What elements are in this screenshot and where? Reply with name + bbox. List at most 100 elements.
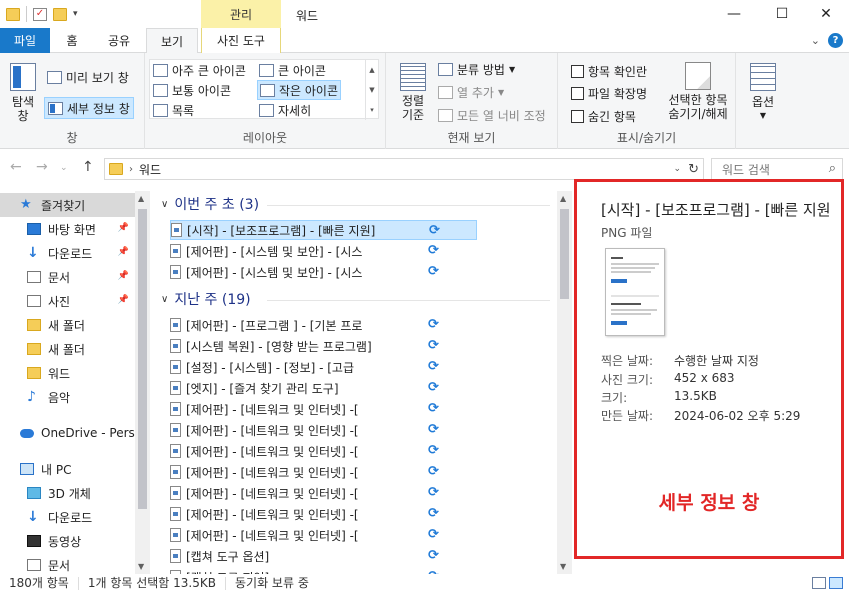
file-row[interactable]: [제어판] - [네트워크 및 인터넷] -[⟳ [170, 462, 477, 482]
recent-locations-icon[interactable]: ⌄ [60, 163, 68, 173]
file-row[interactable]: [제어판] - [네트워크 및 인터넷] -[⟳ [170, 525, 477, 545]
checkbox[interactable] [571, 65, 584, 78]
maximize-button[interactable]: ☐ [759, 0, 805, 28]
nav-item[interactable]: 사진 📌 [0, 289, 135, 313]
layout-medium-icons[interactable]: 보통 아이콘 [153, 82, 231, 99]
scroll-down-icon[interactable]: ▼ [560, 562, 566, 571]
file-list-scrollbar[interactable]: ▲ ▼ [557, 191, 572, 574]
file-row[interactable]: [캡쳐 도구 옵션] ⟳ [170, 546, 477, 566]
options-button[interactable]: 옵션 ▼ [746, 63, 780, 123]
nav-item[interactable]: ★ 즐겨찾기 [0, 193, 135, 217]
nav-item[interactable]: OneDrive - Personal [0, 421, 135, 445]
nav-item[interactable]: ↓ 다운로드 [0, 505, 135, 529]
chevron-up-icon[interactable]: ▲ [369, 66, 374, 74]
file-extensions-toggle[interactable]: 파일 확장명 [571, 85, 647, 102]
help-icon[interactable]: ? [828, 33, 843, 48]
file-row[interactable]: [캡쳐 도구 지연]⟳ [170, 567, 477, 574]
checkbox[interactable] [571, 110, 584, 123]
file-row[interactable]: [제어판] - [네트워크 및 인터넷] -[⟳ [170, 483, 477, 503]
customize-toolbar-icon[interactable]: ▾ [73, 9, 78, 19]
layout-details[interactable]: 자세히 [259, 102, 311, 119]
file-row[interactable]: [시작] - [보조프로그램] - [빠른 지원] ⟳ [170, 220, 477, 240]
fit-columns-button[interactable]: 모든 열 너비 조정 [438, 107, 546, 124]
group-header[interactable]: ∨ 지난 주 (19) [161, 289, 251, 309]
scroll-up-icon[interactable]: ▲ [138, 194, 144, 203]
expand-gallery-icon[interactable]: ▾ [370, 106, 374, 114]
chevron-down-icon[interactable]: ∨ [161, 294, 168, 305]
group-by-button[interactable]: 분류 방법 ▼ [438, 61, 515, 78]
tab-file[interactable]: 파일 [0, 28, 50, 53]
preview-pane-button[interactable]: 미리 보기 창 [44, 67, 132, 87]
layout-list[interactable]: 목록 [153, 102, 194, 119]
forward-arrow-icon[interactable]: → [36, 159, 48, 175]
file-row[interactable]: [제어판] - [시스템 및 보안] - [시스 ⟳ [170, 241, 477, 261]
file-row[interactable]: [제어판] - [네트워크 및 인터넷] -[⟳ [170, 504, 477, 524]
address-dropdown-icon[interactable]: ⌄ [673, 164, 681, 174]
file-row[interactable]: [제어판] - [프로그램 ] - [기본 프로 ⟳ [170, 315, 477, 335]
nav-item[interactable]: 새 폴더 [0, 313, 135, 337]
close-button[interactable]: ✕ [803, 0, 849, 28]
search-box[interactable]: 워드 검색 ⌕ [711, 158, 843, 180]
layout-extra-large-icons[interactable]: 아주 큰 아이콘 [153, 62, 246, 79]
new-folder-icon[interactable] [53, 7, 67, 21]
refresh-icon[interactable]: ↻ [688, 162, 699, 177]
layout-large-icons[interactable]: 큰 아이콘 [259, 62, 326, 79]
tab-home[interactable]: 홈 [55, 28, 89, 53]
scroll-down-icon[interactable]: ▼ [138, 562, 144, 571]
layout-gallery-scroller[interactable]: ▲ ▼ ▾ [365, 60, 378, 120]
details-view-toggle-icon[interactable] [812, 577, 826, 589]
tab-picture-tools[interactable]: 사진 도구 [201, 28, 281, 53]
checkbox[interactable] [571, 87, 584, 100]
context-tab-manage[interactable]: 관리 [201, 0, 281, 28]
breadcrumb-separator-icon[interactable]: › [129, 164, 133, 175]
file-row[interactable]: [제어판] - [네트워크 및 인터넷] -[⟳ [170, 441, 477, 461]
nav-item[interactable]: 워드 [0, 361, 135, 385]
sort-by-button[interactable]: 정렬 기준 [394, 63, 432, 122]
minimize-button[interactable]: — [711, 0, 757, 28]
nav-item[interactable]: 바탕 화면 📌 [0, 217, 135, 241]
tab-share[interactable]: 공유 [98, 28, 140, 53]
file-row[interactable]: [설정] - [시스템] - [정보] - [고급 ⟳ [170, 357, 477, 377]
layout-small-icons[interactable]: 작은 아이콘 [257, 80, 342, 100]
navigation-pane-scrollbar[interactable]: ▲ ▼ [135, 191, 150, 574]
file-row[interactable]: [제어판] - [시스템 및 보안] - [시스 ⟳ [170, 262, 477, 282]
window-title: 워드 [296, 9, 319, 23]
nav-item-label: 동영상 [48, 534, 82, 549]
chevron-down-icon[interactable]: ⌄ [811, 34, 820, 47]
scroll-up-icon[interactable]: ▲ [560, 194, 566, 203]
chevron-down-icon[interactable]: ∨ [161, 199, 168, 210]
file-row[interactable]: [엣지] - [즐겨 찾기 관리 도구] ⟳ [170, 378, 477, 398]
hide-selected-button[interactable]: 선택한 항목 숨기기/해제 [662, 62, 734, 121]
group-header[interactable]: ∨ 이번 주 초 (3) [161, 194, 259, 214]
up-arrow-icon[interactable]: ↑ [82, 159, 94, 175]
document-icon [27, 559, 41, 571]
details-value[interactable]: 수행한 날짜 지정 [674, 352, 759, 369]
nav-item[interactable]: 동영상 [0, 529, 135, 553]
nav-item[interactable]: ♪ 음악 [0, 385, 135, 409]
file-row[interactable]: [제어판] - [네트워크 및 인터넷] -[⟳ [170, 399, 477, 419]
large-icons-view-toggle-icon[interactable] [829, 577, 843, 589]
properties-check-icon[interactable]: ✓ [33, 7, 47, 21]
search-input[interactable]: 워드 검색 [722, 161, 770, 178]
nav-item[interactable]: 문서 [0, 553, 135, 574]
nav-item[interactable]: 내 PC [0, 457, 135, 481]
nav-item[interactable]: 새 폴더 [0, 337, 135, 361]
scrollbar-thumb[interactable] [560, 209, 569, 299]
nav-item[interactable]: ↓ 다운로드 📌 [0, 241, 135, 265]
chevron-down-icon[interactable]: ▼ [369, 86, 374, 94]
nav-item[interactable]: 3D 개체 [0, 481, 135, 505]
file-row[interactable]: [시스템 복원] - [영향 받는 프로그램] ⟳ [170, 336, 477, 356]
breadcrumb[interactable]: 워드 [139, 161, 161, 178]
navigation-pane-button[interactable]: 탐색 창 [6, 63, 40, 123]
tab-view[interactable]: 보기 [146, 28, 198, 54]
back-arrow-icon[interactable]: ← [10, 159, 22, 175]
nav-item[interactable]: 문서 📌 [0, 265, 135, 289]
details-pane-button[interactable]: 세부 정보 창 [44, 97, 134, 119]
hidden-items-toggle[interactable]: 숨긴 항목 [571, 108, 636, 125]
file-row[interactable]: [제어판] - [네트워크 및 인터넷] -[⟳ [170, 420, 477, 440]
address-bar[interactable]: › 워드 ⌄ ↻ [104, 158, 704, 180]
sync-pending-icon: ⟳ [428, 506, 439, 521]
item-checkboxes-toggle[interactable]: 항목 확인란 [571, 63, 647, 80]
add-columns-button[interactable]: 열 추가 ▼ [438, 84, 504, 101]
scrollbar-thumb[interactable] [138, 209, 147, 509]
